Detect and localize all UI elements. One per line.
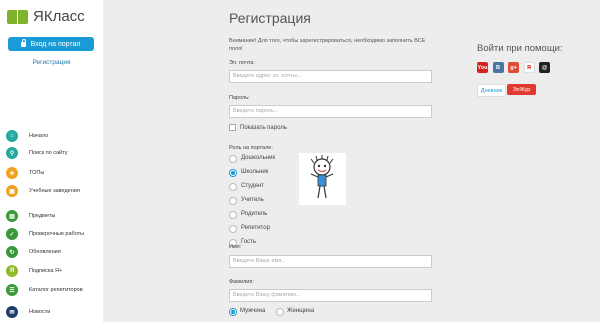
sidebar-item-updates[interactable]: ↻ Обновления <box>6 245 61 259</box>
name-label: Имя: <box>229 244 242 250</box>
surname-label: Фамилия: <box>229 279 254 285</box>
gender-radio-label: Женщина <box>287 308 315 314</box>
login-button[interactable]: Вход на портал <box>8 37 94 51</box>
mail-ru-icon[interactable]: @ <box>539 62 550 73</box>
sidebar-item-label: Подписка Я+ <box>29 268 63 274</box>
subscription-icon: Я <box>6 265 18 277</box>
show-password-checkbox[interactable] <box>229 124 236 131</box>
elzhur-button[interactable]: ЭлЖур <box>507 84 536 95</box>
surname-input[interactable]: Введите Вашу фамилию... <box>229 289 432 302</box>
book-icon: ▤ <box>6 210 18 222</box>
register-link[interactable]: Регистрация <box>0 59 103 66</box>
news-icon: ✉ <box>6 306 18 318</box>
sidebar-item-label: ТОПы <box>29 170 45 176</box>
sidebar-item-news[interactable]: ✉ Новости <box>6 305 50 319</box>
vk-icon[interactable]: B <box>492 62 504 73</box>
sidebar-item-label: Новости <box>29 309 51 315</box>
sidebar-item-search[interactable]: ⚲ Поиск по сайту <box>6 146 68 160</box>
role-radio[interactable] <box>229 155 237 163</box>
role-radio[interactable] <box>229 225 237 233</box>
show-password-label: Показать пароль <box>240 125 287 131</box>
email-label: Эл. почта: <box>229 60 255 66</box>
sidebar-item-label: Проверочные работы <box>29 231 85 237</box>
book-logo-icon <box>7 9 29 24</box>
sidebar: ЯКласс Вход на портал Регистрация ⌂ Начал… <box>0 0 103 322</box>
social-login-title: Войти при помощи: <box>477 43 563 54</box>
sidebar-item-home[interactable]: ⌂ Начало <box>6 129 48 143</box>
role-radio[interactable] <box>229 183 237 191</box>
role-radio-label: Дошкольник <box>241 155 276 161</box>
password-input[interactable]: Введите пароль... <box>229 105 432 118</box>
form-notice: Внимание! Для того, чтобы зарегистрирова… <box>229 38 426 52</box>
role-radio-label: Школьник <box>241 169 269 175</box>
role-radio-label: Студент <box>241 183 264 189</box>
email-input[interactable]: Введите адрес эл. почты... <box>229 70 432 83</box>
youtube-icon[interactable]: You <box>477 62 488 73</box>
search-icon: ⚲ <box>6 147 18 159</box>
sidebar-item-tutors[interactable]: ☰ Каталог репетиторов <box>6 283 83 297</box>
sidebar-item-label: Предметы <box>29 213 56 219</box>
role-radio-label: Учитель <box>241 197 264 203</box>
role-radio-label: Репетитор <box>241 225 270 231</box>
school-icon: ▣ <box>6 185 18 197</box>
role-radio[interactable] <box>229 197 237 205</box>
tutors-icon: ☰ <box>6 284 18 296</box>
sidebar-item-book[interactable]: ▤ Предметы <box>6 209 55 223</box>
gender-radio[interactable] <box>229 308 237 316</box>
logo-text: ЯКласс <box>33 8 85 25</box>
sidebar-item-label: Каталог репетиторов <box>29 287 83 293</box>
gender-radio-label: Мужчина <box>240 308 266 314</box>
yandex-icon[interactable]: Я <box>523 62 535 73</box>
role-label: Роль на портале: <box>229 145 273 151</box>
lock-icon <box>21 38 27 47</box>
role-radio[interactable] <box>229 211 237 219</box>
role-radio-label: Гость <box>241 239 257 245</box>
check-icon: ✓ <box>6 228 18 240</box>
sidebar-item-label: Учебные заведения <box>29 188 80 194</box>
google-plus-icon[interactable]: g+ <box>508 62 519 73</box>
sidebar-item-label: Начало <box>29 133 49 139</box>
dnevnik-button[interactable]: Дневник <box>477 84 506 97</box>
sidebar-item-trophy[interactable]: ★ ТОПы <box>6 166 44 180</box>
sidebar-item-school[interactable]: ▣ Учебные заведения <box>6 184 80 198</box>
role-radio-label: Родитель <box>241 211 268 217</box>
sidebar-item-check[interactable]: ✓ Проверочные работы <box>6 227 84 241</box>
trophy-icon: ★ <box>6 167 18 179</box>
name-input[interactable]: Введите Ваше имя... <box>229 255 432 268</box>
updates-icon: ↻ <box>6 246 18 258</box>
sidebar-item-label: Поиск по сайту <box>29 150 68 156</box>
stick-figure-icon <box>310 155 334 199</box>
sidebar-item-subscription[interactable]: Я Подписка Я+ <box>6 264 62 278</box>
login-button-label: Вход на портал <box>30 40 81 48</box>
sidebar-item-label: Обновления <box>29 249 61 255</box>
role-radio[interactable] <box>229 169 237 177</box>
password-label: Пароль: <box>229 95 250 101</box>
student-avatar <box>299 153 346 205</box>
logo[interactable]: ЯКласс <box>7 8 85 25</box>
home-icon: ⌂ <box>6 130 18 142</box>
gender-radio[interactable] <box>276 308 284 316</box>
page-title: Регистрация <box>229 10 311 26</box>
